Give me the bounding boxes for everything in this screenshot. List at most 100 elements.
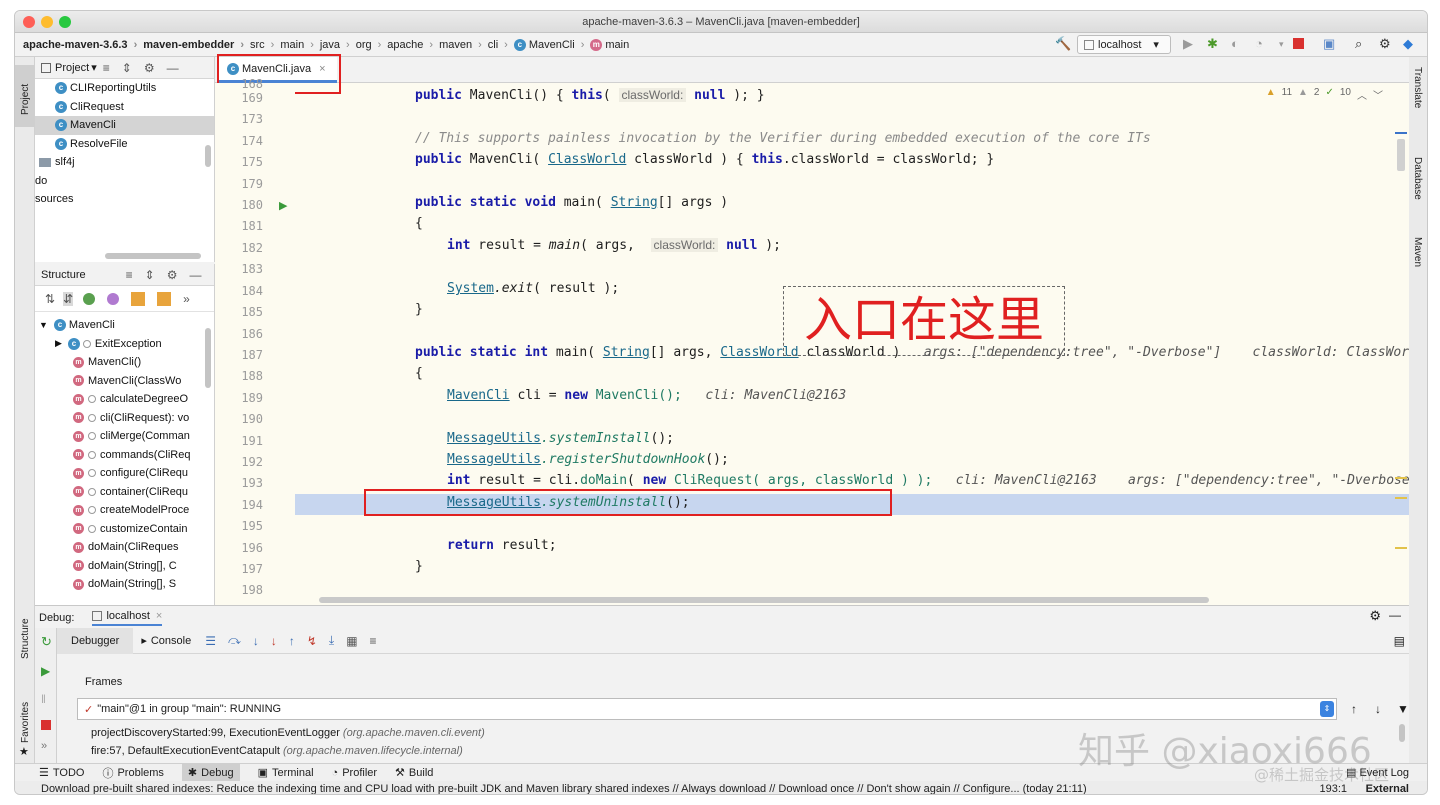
tree-item-do[interactable]: do (35, 172, 214, 191)
step-into-icon[interactable]: ↓ (253, 634, 259, 648)
jetbrains-logo-icon[interactable]: ◆ (1403, 36, 1413, 52)
tab-todo[interactable]: ☰ TODO (39, 766, 84, 780)
tree-item-sources[interactable]: sources (35, 190, 214, 209)
show-inherited-icon[interactable] (83, 292, 96, 305)
breadcrumb-module[interactable]: maven-embedder › (143, 39, 250, 51)
maven-strip-label[interactable]: Maven (1412, 237, 1423, 267)
favorites-strip-label[interactable]: Favorites (20, 702, 31, 743)
breadcrumb-apache[interactable]: apache › (387, 39, 439, 51)
vcs-icon[interactable]: ▣ (1323, 36, 1335, 52)
structure-item[interactable]: m MavenCli(ClassWo (35, 372, 214, 391)
breadcrumb-java[interactable]: java › (320, 39, 356, 51)
breadcrumb-main[interactable]: main › (280, 39, 320, 51)
structure-item[interactable]: m doMain(String[], C (35, 557, 214, 576)
warning-stripe-marker[interactable] (1395, 477, 1407, 479)
tab-build[interactable]: ⚒ Build (395, 766, 433, 780)
coverage-icon[interactable]: ◐ (1231, 36, 1239, 51)
tree-item-mavencli[interactable]: c MavenCli (35, 116, 214, 135)
breadcrumb-src[interactable]: src › (250, 39, 280, 51)
frame-row[interactable]: projectDiscoveryStarted:99, ExecutionEve… (91, 727, 485, 745)
structure-item[interactable]: m configure(CliRequ (35, 464, 214, 483)
structure-item[interactable]: m customizeContain (35, 520, 214, 539)
step-over-icon[interactable]: ⤼ (228, 633, 241, 648)
expand-all-icon[interactable]: ≡ (103, 61, 110, 75)
step-out-icon[interactable]: ↑ (289, 634, 295, 648)
thread-dropdown-icon[interactable]: ⇕ (1320, 701, 1334, 717)
structure-item[interactable]: m doMain(String[], S (35, 575, 214, 594)
frame-row[interactable]: fire:57, DefaultExecutionEventCatapult (… (91, 745, 463, 763)
breadcrumb-project[interactable]: apache-maven-3.6.3 › (23, 39, 143, 51)
frames-scrollbar[interactable] (1399, 724, 1405, 742)
sort-alpha-icon[interactable]: ⇅ (45, 292, 55, 306)
pause-icon[interactable]: ‖ (41, 692, 56, 706)
vertical-scrollbar[interactable] (205, 328, 211, 388)
tab-profiler[interactable]: ◔ Profiler (332, 767, 378, 779)
structure-item[interactable]: m cliMerge(Comman (35, 427, 214, 446)
hide-icon[interactable]: — (1389, 608, 1401, 622)
close-session-icon[interactable]: × (156, 610, 162, 622)
collapse-all-icon[interactable]: ⇕ (122, 61, 132, 75)
structure-item[interactable]: m cli(CliRequest): vo (35, 409, 214, 428)
more-icon[interactable]: » (41, 740, 56, 752)
error-stripe-marker[interactable] (1395, 132, 1407, 134)
more-chevron-icon[interactable]: » (183, 292, 190, 306)
hide-icon[interactable]: — (189, 268, 201, 282)
run-gutter-icon[interactable]: ▶ (279, 199, 287, 212)
structure-item[interactable]: m commands(CliReq (35, 446, 214, 465)
structure-item[interactable]: ▶ c ExitException (35, 335, 214, 354)
debug-bug-icon[interactable]: ✱ (1207, 36, 1218, 52)
tree-item-resolvefile[interactable]: c ResolveFile (35, 135, 214, 154)
hide-icon[interactable]: — (167, 61, 179, 75)
evaluate-icon[interactable]: ▦ (346, 634, 357, 648)
gear-icon[interactable]: ⚙ (144, 61, 155, 75)
tab-console[interactable]: ▸ Console (133, 634, 199, 648)
vertical-scrollbar[interactable] (205, 145, 211, 167)
filter-icon[interactable]: ▼ (1397, 702, 1409, 716)
run-configuration-select[interactable]: localhost ▾ (1077, 35, 1171, 54)
search-icon[interactable]: ⌕ (1355, 36, 1362, 52)
drop-frame-icon[interactable]: ↯ (307, 634, 317, 648)
tree-item-clireportingutils[interactable]: c CLIReportingUtils (35, 79, 214, 98)
sort-visibility-icon[interactable]: ⇵ (63, 291, 74, 306)
tree-item-slf4j[interactable]: slf4j (35, 153, 214, 172)
chevron-down-icon[interactable]: ▾ (91, 61, 97, 74)
build-hammer-icon[interactable]: 🔨 (1055, 36, 1071, 52)
debug-session-tab[interactable]: localhost × (92, 610, 163, 626)
show-fields-icon[interactable] (131, 291, 146, 306)
structure-item[interactable]: m container(CliRequ (35, 483, 214, 502)
stop-icon[interactable] (1293, 38, 1304, 49)
thread-selector[interactable]: ✓ "main"@1 in group "main": RUNNING ⇕ (77, 698, 1337, 720)
show-properties-icon[interactable] (107, 292, 120, 305)
gear-icon[interactable]: ⚙ (167, 268, 178, 282)
arrow-down-icon[interactable]: ↓ (1375, 702, 1381, 716)
structure-item[interactable]: m calculateDegreeO (35, 390, 214, 409)
tree-item-clirequest[interactable]: c CliRequest (35, 98, 214, 117)
structure-item[interactable]: m doMain(CliReques (35, 538, 214, 557)
collapse-all-icon[interactable]: ⇕ (145, 268, 155, 282)
warning-stripe-marker[interactable] (1395, 497, 1407, 499)
settings-gear-icon[interactable]: ⚙ (1379, 36, 1391, 52)
expand-all-icon[interactable]: ≡ (126, 268, 133, 282)
run-to-cursor-icon[interactable]: ⤓ (329, 633, 334, 648)
structure-root-mavencli[interactable]: ▼ c MavenCli (35, 316, 214, 335)
project-panel-title[interactable]: Project (55, 62, 89, 74)
restore-layout-icon[interactable]: ▤ (1394, 634, 1405, 648)
tab-debug[interactable]: ✱ Debug (181, 763, 240, 782)
warning-stripe-marker[interactable] (1395, 547, 1407, 549)
show-non-public-icon[interactable] (157, 291, 172, 306)
structure-item[interactable]: m MavenCli() (35, 353, 214, 372)
editor-horizontal-scrollbar[interactable] (319, 597, 1209, 603)
breadcrumb-method[interactable]: m main (590, 38, 629, 51)
arrow-up-icon[interactable]: ↑ (1351, 702, 1357, 716)
resume-icon[interactable]: ▶ (41, 664, 56, 678)
translate-strip-label[interactable]: Translate (1412, 67, 1423, 108)
stop-icon[interactable] (41, 720, 51, 730)
breadcrumb-maven[interactable]: maven › (439, 39, 488, 51)
breadcrumb-class[interactable]: c MavenCli › (513, 38, 591, 51)
horizontal-scrollbar[interactable] (105, 253, 201, 259)
rerun-icon[interactable]: ↻ (41, 634, 56, 650)
breadcrumb-cli[interactable]: cli › (488, 39, 514, 51)
breadcrumb-org[interactable]: org › (356, 39, 388, 51)
structure-strip-label[interactable]: Structure (20, 618, 31, 659)
tab-problems[interactable]: ⓘ Problems (102, 765, 163, 781)
